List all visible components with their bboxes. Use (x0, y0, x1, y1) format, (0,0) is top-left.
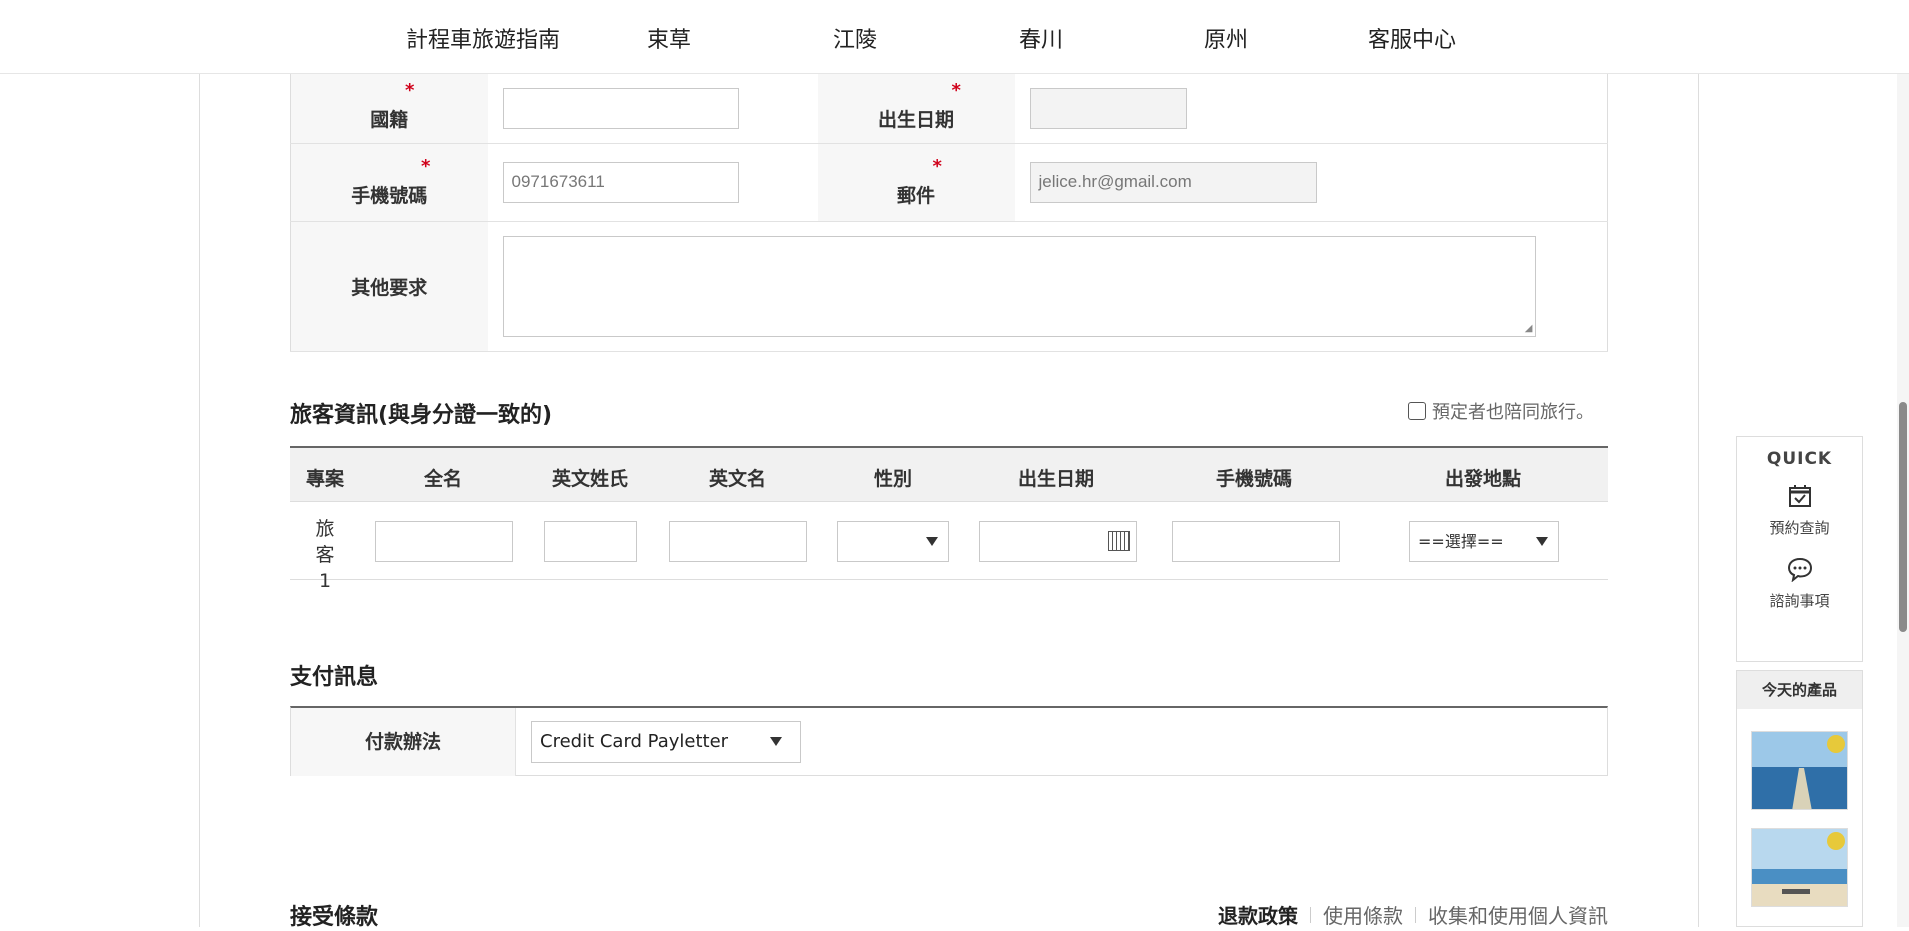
birthdate-label: * 出生日期 (817, 74, 1015, 144)
other-requests-textarea[interactable]: ◢ (502, 235, 1536, 337)
beach-photo (1752, 829, 1847, 906)
email-input[interactable]: jelice.hr@gmail.com (1029, 161, 1317, 203)
col-header-phone: 手機號碼 (1216, 468, 1293, 490)
payment-method-select[interactable]: Credit Card Payletter (531, 721, 801, 763)
nav-wonju[interactable]: 原州 (1204, 22, 1248, 54)
passenger-row-label: 旅客1 (315, 518, 335, 592)
today-products: 今天的產品 (1736, 670, 1863, 927)
phone-label-text: 手機號碼 (351, 184, 428, 207)
payment-table: 付款辦法 Credit Card Payletter (290, 706, 1608, 776)
page-body: * 國籍 * 出生日期 * 手機號碼 0971673611 * 郵件 jelic… (199, 74, 1699, 930)
terms-links: 退款政策 使用條款 收集和使用個人資訊 (1206, 900, 1608, 929)
phone-input[interactable] (1172, 521, 1340, 562)
nationality-label-text: 國籍 (370, 108, 409, 131)
passenger-table-header: 專案 全名 英文姓氏 英文名 性別 出生日期 手機號碼 出發地點 (290, 448, 1608, 502)
col-header-item: 專案 (306, 468, 345, 490)
nationality-input[interactable] (502, 87, 739, 129)
chevron-down-icon (770, 737, 782, 746)
birthdate-label-text: 出生日期 (877, 108, 954, 131)
companion-label: 預定者也陪同旅行。 (1432, 402, 1594, 423)
col-header-departure: 出發地點 (1445, 468, 1522, 490)
departure-select-value: ==選擇== (1418, 532, 1504, 551)
booking-content: * 國籍 * 出生日期 * 手機號碼 0971673611 * 郵件 jelic… (290, 74, 1608, 930)
terms-section-title: 接受條款 (290, 905, 379, 930)
nav-gangneung[interactable]: 江陵 (833, 22, 877, 54)
pier-photo (1752, 732, 1847, 809)
payment-method-label: 付款辦法 (291, 708, 516, 776)
calendar-icon[interactable] (1108, 531, 1130, 551)
passenger-section-title: 旅客資訊(與身分證一致的) (290, 403, 553, 428)
resize-handle-icon[interactable]: ◢ (1525, 323, 1533, 334)
chat-bubble-icon (1787, 557, 1812, 582)
booker-info-table: * 國籍 * 出生日期 * 手機號碼 0971673611 * 郵件 jelic… (290, 74, 1608, 352)
required-mark: * (405, 80, 415, 101)
chevron-down-icon (926, 537, 938, 546)
nationality-label: * 國籍 (290, 74, 488, 144)
fullname-input[interactable] (375, 521, 513, 562)
other-requests-label-text: 其他要求 (351, 276, 428, 299)
booker-companion-option[interactable]: 預定者也陪同旅行。 (1408, 398, 1594, 424)
quick-menu: QUICK 預約查詢 諮詢事項 (1736, 436, 1863, 662)
email-label-text: 郵件 (896, 184, 935, 207)
inquiry-button[interactable]: 諮詢事項 (1737, 556, 1862, 611)
chevron-down-icon (1536, 537, 1548, 546)
email-label: * 郵件 (817, 143, 1015, 222)
payment-section-title: 支付訊息 (290, 665, 379, 690)
payment-method-value: Credit Card Payletter (540, 731, 729, 752)
phone-label: * 手機號碼 (290, 143, 488, 222)
nav-sokcho[interactable]: 束草 (647, 22, 691, 54)
col-header-fullname: 全名 (424, 468, 463, 490)
col-header-gender: 性別 (874, 468, 913, 490)
birthdate-picker[interactable] (979, 521, 1137, 562)
nav-customer-center[interactable]: 客服中心 (1368, 22, 1456, 54)
col-header-birthdate: 出生日期 (1018, 468, 1095, 490)
required-mark: * (932, 155, 942, 177)
today-products-title: 今天的產品 (1737, 671, 1862, 709)
col-header-first-name: 英文名 (709, 468, 767, 490)
last-name-input[interactable] (544, 521, 637, 562)
reservation-lookup-button[interactable]: 預約查詢 (1737, 483, 1862, 538)
nav-chuncheon[interactable]: 春川 (1019, 22, 1063, 54)
other-requests-label: 其他要求 (290, 221, 488, 352)
page-scrollbar[interactable] (1897, 0, 1909, 927)
passenger-table: 專案 全名 英文姓氏 英文名 性別 出生日期 手機號碼 出發地點 旅客1 ==選… (290, 446, 1608, 592)
col-header-last-name: 英文姓氏 (552, 468, 629, 490)
inquiry-label: 諮詢事項 (1769, 592, 1830, 610)
reservation-lookup-label: 預約查詢 (1769, 519, 1830, 537)
product-thumbnail[interactable] (1751, 731, 1848, 810)
refund-policy-link[interactable]: 退款政策 (1206, 900, 1310, 929)
gender-select[interactable] (837, 521, 949, 562)
required-mark: * (951, 80, 961, 101)
passenger-row: 旅客1 ==選擇== (290, 502, 1608, 592)
quick-menu-title: QUICK (1766, 449, 1833, 469)
phone-input[interactable]: 0971673611 (502, 161, 739, 203)
top-navigation: 計程車旅遊指南 束草 江陵 春川 原州 客服中心 (0, 0, 1909, 74)
product-thumbnail[interactable] (1751, 828, 1848, 907)
first-name-input[interactable] (669, 521, 807, 562)
companion-checkbox[interactable] (1408, 402, 1426, 420)
calendar-check-icon (1788, 485, 1811, 507)
nav-taxi-guide[interactable]: 計程車旅遊指南 (406, 22, 560, 54)
scrollbar-thumb[interactable] (1899, 402, 1907, 632)
departure-select[interactable]: ==選擇== (1409, 521, 1559, 562)
required-mark: * (421, 155, 431, 177)
terms-of-use-link[interactable]: 使用條款 (1311, 900, 1415, 929)
birthdate-input[interactable] (1029, 87, 1187, 129)
privacy-policy-link[interactable]: 收集和使用個人資訊 (1416, 900, 1608, 929)
